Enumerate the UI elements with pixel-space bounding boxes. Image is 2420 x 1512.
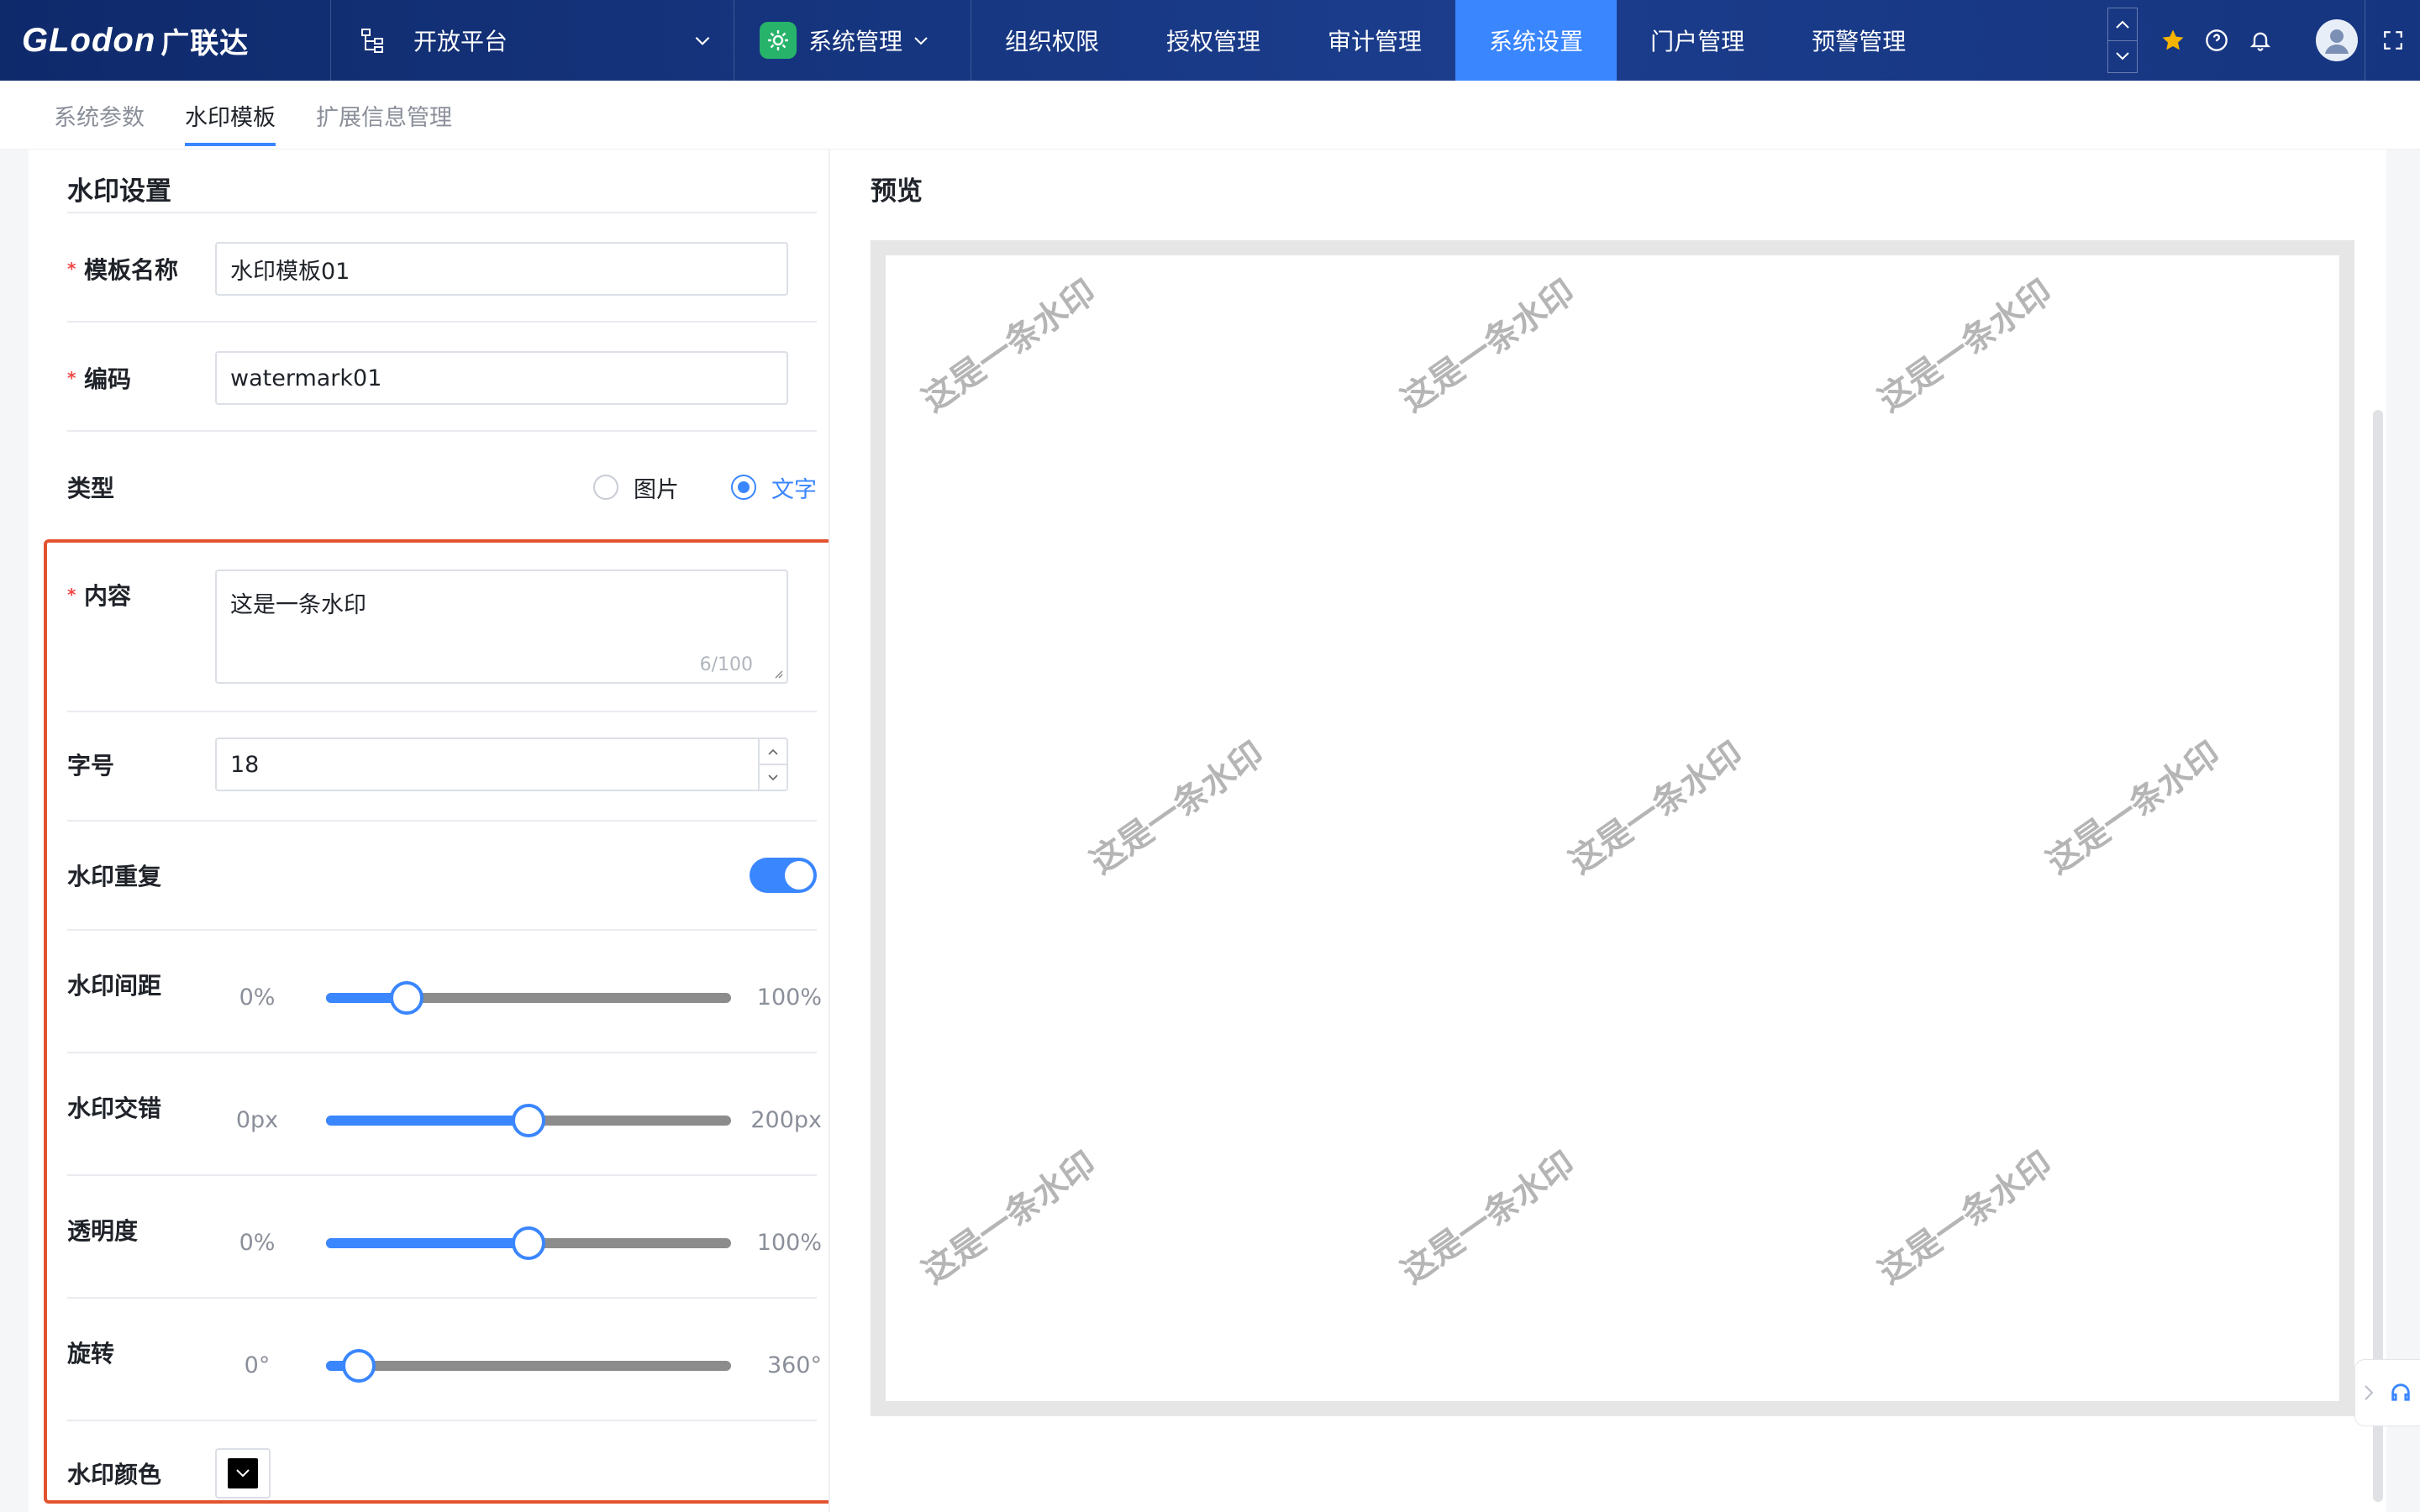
watermark-text: 这是一条水印 [915,272,1103,420]
watermark-text: 这是一条水印 [1394,1144,1582,1292]
watermark-text: 这是一条水印 [1871,1144,2060,1292]
preview-canvas: 这是一条水印 这是一条水印 这是一条水印 这是一条水印 这是一条水印 这是一条水印 这是一条… [886,255,2339,1401]
watermark-text: 这是一条水印 [1871,272,2060,420]
watermark-text: 这是一条水印 [1083,734,1271,882]
template-name-input[interactable]: 水印模板01 [215,242,788,296]
watermark-text: 这是一条水印 [1562,734,1750,882]
template-name-label: * 模板名称 [67,252,215,286]
help-icon[interactable] [2203,27,2230,54]
radio-text[interactable] [731,475,756,500]
type-label-text: 类型 [67,475,115,502]
content-area: 水印设置 * 模板名称 水印模板01 * 编码 watermark01 类型 图… [0,150,2420,1512]
vertical-scrollbar[interactable] [2373,410,2383,1502]
required-mark: * [67,368,76,388]
code-label: * 编码 [67,361,215,395]
tab-watermark-template[interactable]: 水印模板 [185,81,276,150]
highlight-annotation-box [44,539,842,1504]
star-icon[interactable] [2160,27,2186,54]
sub-tabs: 系统参数 水印模板 扩展信息管理 [0,81,2420,150]
brand-logo[interactable]: GLodon 广联达 [0,0,331,81]
preview-frame: 这是一条水印 这是一条水印 这是一条水印 这是一条水印 这是一条水印 这是一条水印 这是一条… [871,240,2354,1416]
nav-scroll-down-button[interactable] [2108,41,2137,73]
top-navigation-bar: GLodon 广联达 开放平台 系统管理 组织权限 授权管理 审计管理 系统设置… [0,0,2420,81]
template-name-label-text: 模板名称 [84,256,179,284]
system-menu-label: 系统管理 [808,28,903,55]
code-label-text: 编码 [84,365,132,393]
divider [67,212,817,213]
main-nav-tabs: 组织权限 授权管理 审计管理 系统设置 门户管理 预警管理 [971,0,1939,81]
watermark-text: 这是一条水印 [915,1144,1103,1292]
watermark-text: 这是一条水印 [2335,1144,2339,1292]
settings-gear-icon [760,22,797,59]
preview-title: 预览 [871,176,923,207]
type-row: 类型 图片 文字 [67,462,817,512]
tab-system-settings[interactable]: 系统设置 [1455,0,1618,81]
tab-extended-info[interactable]: 扩展信息管理 [316,81,452,150]
radio-image[interactable] [593,475,618,500]
chevron-right-icon [2365,1385,2374,1400]
template-name-row: * 模板名称 水印模板01 [67,242,817,296]
tree-structure-icon [361,29,383,53]
tab-authorization[interactable]: 授权管理 [1133,0,1294,81]
radio-image-label[interactable]: 图片 [634,471,679,504]
chevron-down-icon [695,36,710,45]
tab-alert[interactable]: 预警管理 [1778,0,1939,81]
bell-icon[interactable] [2247,27,2274,54]
required-mark: * [67,259,76,279]
tab-audit[interactable]: 审计管理 [1294,0,1455,81]
logo-text: GLodon [22,21,156,59]
section-title: 水印设置 [67,176,171,207]
avatar[interactable] [2316,19,2359,61]
platform-label: 开放平台 [413,28,508,55]
fullscreen-icon[interactable] [2365,0,2420,81]
tab-org-permission[interactable]: 组织权限 [971,0,1133,81]
type-label: 类型 [67,470,215,504]
nav-scroll-up-button[interactable] [2108,8,2138,41]
tab-system-params[interactable]: 系统参数 [54,81,145,150]
platform-switcher[interactable]: 开放平台 [331,0,734,81]
type-radio-group: 图片 文字 [593,471,817,504]
nav-scroll-control [2107,8,2139,73]
side-support-handle[interactable] [2354,1359,2420,1426]
watermark-text: 这是一条水印 [2335,272,2339,420]
code-input[interactable]: watermark01 [215,351,788,405]
divider [67,321,817,323]
chevron-down-icon [914,37,928,45]
logo-cn-text: 广联达 [160,27,250,60]
tab-portal[interactable]: 门户管理 [1617,0,1778,81]
watermark-text: 这是一条水印 [1394,272,1582,420]
toolbar-icons [2151,19,2359,61]
watermark-text: 这是一条水印 [2039,734,2228,882]
watermark-settings-panel: 水印设置 * 模板名称 水印模板01 * 编码 watermark01 类型 图… [29,150,842,1512]
preview-panel: 预览 这是一条水印 这是一条水印 这是一条水印 这是一条水印 这是一条水印 这是一条水印这… [829,150,2386,1512]
system-menu-dropdown[interactable]: 系统管理 [734,0,971,81]
code-row: * 编码 watermark01 [67,351,817,405]
headset-icon [2391,1383,2410,1401]
radio-text-label[interactable]: 文字 [771,471,817,504]
divider [67,430,817,432]
